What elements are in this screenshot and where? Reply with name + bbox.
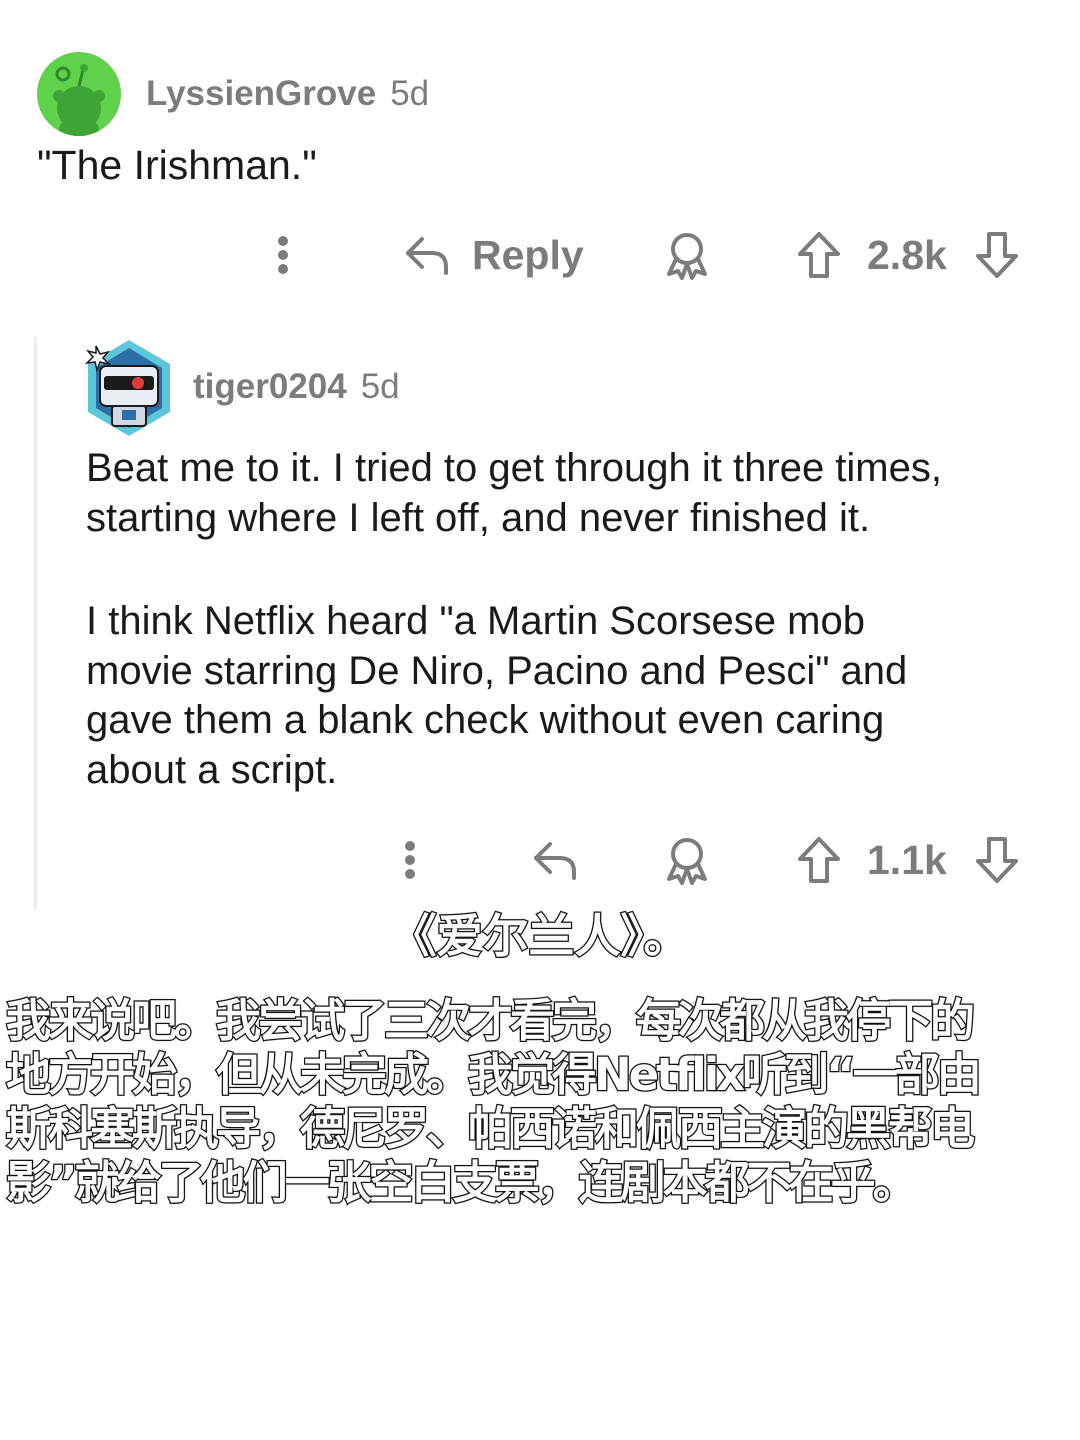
more-options-button[interactable] [399,830,421,890]
downvote-icon [976,232,1018,278]
avatar[interactable] [37,52,121,136]
comment-text-line: movie starring De Niro, Pacino and Pesci… [86,648,908,693]
upvote-button[interactable] [796,225,842,285]
reply-button[interactable] [532,830,578,890]
subtitle-line: 我来说吧。我尝试了三次才看完，每次都从我停下的 [5,993,977,1049]
comment-text-line: gave them a blank check without even car… [86,698,885,742]
comment-text-line: starting where I left off, and never fin… [86,495,871,540]
vote-score: 2.8k [867,225,947,285]
comment-action-bar: Reply 2.8k [0,225,1080,285]
comment-age: 5d [360,367,400,406]
robot-avatar-icon [84,340,170,436]
comment-text-line: about a script. [86,747,338,792]
subtitle-line: 影”就给了他们一张空白支票，连剧本都不在乎。 [5,1155,919,1211]
paragraph-break [86,543,1046,597]
more-options-icon [405,841,415,879]
comment-author-line: LyssienGrove 5d [146,74,429,114]
downvote-button[interactable] [974,830,1020,890]
reply-label: Reply [472,231,584,278]
award-icon [667,233,707,280]
award-icon [667,838,707,885]
downvote-icon [976,837,1018,883]
subtitle-line: 地方开始，但从未完成。我觉得Netflix听到“一部由 [5,1047,983,1103]
comment-text-line: Beat me to it. I tried to get through it… [86,446,942,490]
subtitle-line: 《爱尔兰人》。 [389,908,691,965]
username[interactable]: tiger0204 [193,367,347,407]
downvote-button[interactable] [974,225,1020,285]
subtitle-line: 斯科塞斯执导，德尼罗、帕西诺和佩西主演的黑帮电 [5,1101,977,1157]
comment-author-line: tiger0204 5d [193,367,400,407]
username[interactable]: LyssienGrove [146,74,376,114]
comment-thread: LyssienGrove 5d "The Irishman." Reply 2.… [0,0,1080,1440]
reddit-snoo-avatar-icon [53,64,105,136]
comment-text-line: I think Netflix heard "a Martin Scorsese… [86,599,865,643]
more-options-button[interactable] [272,225,294,285]
avatar[interactable] [82,336,176,440]
reply-button[interactable]: Reply [404,225,584,285]
more-options-icon [278,236,288,274]
reply-arrow-icon [406,237,448,275]
upvote-icon [798,232,840,278]
score-value: 1.1k [867,836,947,883]
subtitle-block: 我来说吧。我尝试了三次才看完，每次都从我停下的 地方开始，但从未完成。我觉得Ne… [5,993,1074,1211]
reply-arrow-icon [534,842,576,880]
upvote-button[interactable] [796,830,842,890]
comment-body: "The Irishman." [37,142,317,189]
award-button[interactable] [664,225,710,285]
upvote-icon [798,837,840,883]
award-button[interactable] [664,830,710,890]
comment-body: Beat me to it. I tried to get through it… [86,444,1046,795]
comment-age: 5d [390,74,430,113]
score-value: 2.8k [867,231,947,278]
comment-text: "The Irishman." [37,142,317,188]
comment-action-bar: 1.1k [0,830,1080,890]
vote-score: 1.1k [867,830,947,890]
thread-collapse-line[interactable] [34,337,37,909]
